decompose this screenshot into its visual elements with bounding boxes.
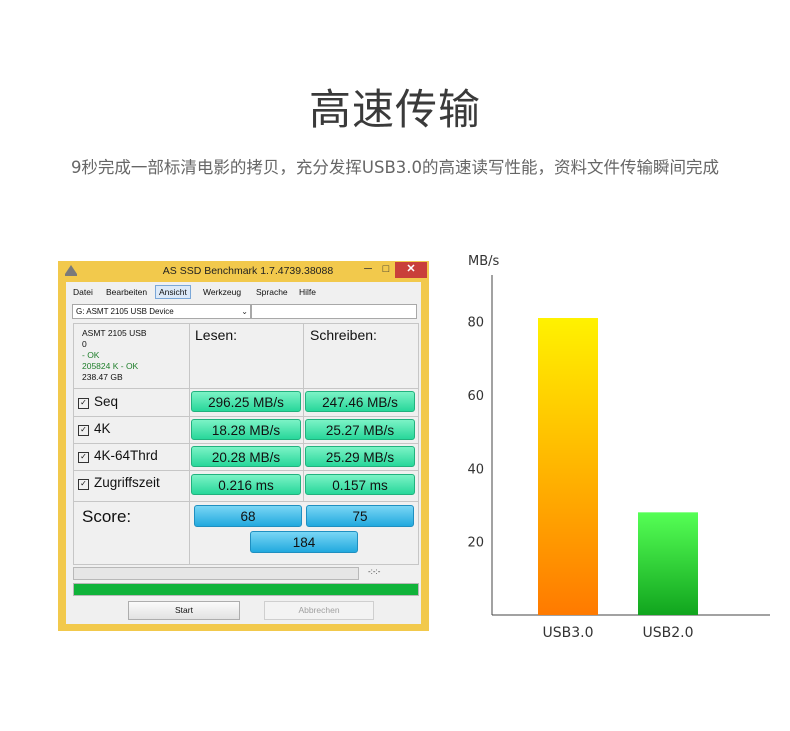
minimize-button[interactable]: ─	[360, 262, 376, 278]
x-category-label: USB2.0	[642, 625, 693, 641]
menu-item-bearbeiten[interactable]: Bearbeiten	[103, 285, 150, 299]
drive-capacity: 238.47 GB	[82, 372, 123, 382]
y-tick-label: 60	[467, 389, 484, 404]
result-4k-write: 25.27 MB/s	[305, 419, 415, 440]
score-write: 75	[306, 505, 414, 527]
result-4k-read: 18.28 MB/s	[191, 419, 301, 440]
score-total: 184	[250, 531, 358, 553]
column-header-write: Schreiben:	[310, 327, 377, 343]
y-axis-title: MB/s	[468, 254, 500, 269]
result-4k64-read: 20.28 MB/s	[191, 446, 301, 467]
drive-status-ok: - OK	[82, 350, 100, 360]
checkbox-checked-icon[interactable]: ✓	[78, 479, 89, 490]
speed-comparison-chart: MB/s 20 40 60 80 USB3.0 USB2.0	[467, 254, 770, 641]
checkbox-checked-icon[interactable]: ✓	[78, 398, 89, 409]
y-tick-label: 20	[467, 536, 484, 551]
overall-progress-fill	[74, 584, 418, 595]
overall-progress-bar	[73, 583, 419, 596]
test-row-access-time[interactable]: ✓ Zugriffszeit	[78, 475, 160, 490]
elapsed-timer: -:-:-	[368, 567, 381, 576]
menu-item-werkzeug[interactable]: Werkzeug	[200, 285, 244, 299]
results-grid: ASMT 2105 USB 0 - OK 205824 K - OK 238.4…	[73, 323, 419, 565]
result-seq-write: 247.46 MB/s	[305, 391, 415, 412]
app-logo-icon	[65, 265, 77, 276]
page-subheadline: 9秒完成一部标清电影的拷贝，充分发挥USB3.0的高速读写性能，资料文件传输瞬间…	[70, 158, 720, 177]
benchmark-window: AS SSD Benchmark 1.7.4739.38088 ─ □ ✕ Da…	[58, 261, 429, 631]
test-progress-bar	[73, 567, 359, 580]
window-titlebar: AS SSD Benchmark 1.7.4739.38088 ─ □ ✕	[58, 261, 429, 281]
page-headline: 高速传输	[308, 85, 481, 134]
drive-info: ASMT 2105 USB 0 - OK 205824 K - OK 238.4…	[82, 328, 147, 383]
chevron-down-icon[interactable]: ⌄	[241, 305, 248, 318]
bar-usb20	[638, 512, 698, 615]
menu-item-hilfe[interactable]: Hilfe	[296, 285, 319, 299]
drive-info-line: 0	[82, 339, 87, 349]
result-access-write: 0.157 ms	[305, 474, 415, 495]
x-category-label: USB3.0	[542, 625, 593, 641]
menu-bar: Datei Bearbeiten Ansicht Werkzeug Sprach…	[66, 285, 421, 300]
checkbox-checked-icon[interactable]: ✓	[78, 452, 89, 463]
result-access-read: 0.216 ms	[191, 474, 301, 495]
result-4k64-write: 25.29 MB/s	[305, 446, 415, 467]
drive-path-input[interactable]	[251, 304, 417, 319]
checkbox-checked-icon[interactable]: ✓	[78, 425, 89, 436]
close-button[interactable]: ✕	[395, 262, 427, 278]
y-tick-label: 80	[467, 316, 484, 331]
drive-name: ASMT 2105 USB	[82, 328, 147, 338]
abort-button[interactable]: Abbrechen	[264, 601, 374, 620]
test-label: 4K-64Thrd	[94, 448, 158, 463]
column-header-read: Lesen:	[195, 327, 238, 343]
menu-item-ansicht[interactable]: Ansicht	[155, 285, 191, 299]
test-label: 4K	[94, 421, 111, 436]
drive-select[interactable]: G: ASMT 2105 USB Device ⌄	[72, 304, 251, 319]
maximize-button[interactable]: □	[378, 262, 394, 278]
score-label: Score:	[82, 507, 132, 526]
menu-item-datei[interactable]: Datei	[70, 285, 96, 299]
result-seq-read: 296.25 MB/s	[191, 391, 301, 412]
test-row-seq[interactable]: ✓ Seq	[78, 394, 118, 409]
window-client-area: Datei Bearbeiten Ansicht Werkzeug Sprach…	[66, 282, 421, 624]
menu-item-sprache[interactable]: Sprache	[253, 285, 291, 299]
drive-select-value: G: ASMT 2105 USB Device	[76, 307, 174, 316]
bar-usb30	[538, 318, 598, 615]
y-tick-label: 40	[467, 462, 484, 477]
test-row-4k-64thrd[interactable]: ✓ 4K-64Thrd	[78, 448, 158, 463]
test-row-4k[interactable]: ✓ 4K	[78, 421, 111, 436]
test-label: Seq	[94, 394, 119, 409]
window-title: AS SSD Benchmark 1.7.4739.38088	[162, 265, 334, 277]
start-button[interactable]: Start	[128, 601, 240, 620]
score-read: 68	[194, 505, 302, 527]
drive-alignment-ok: 205824 K - OK	[82, 361, 139, 371]
test-label: Zugriffszeit	[94, 475, 160, 490]
